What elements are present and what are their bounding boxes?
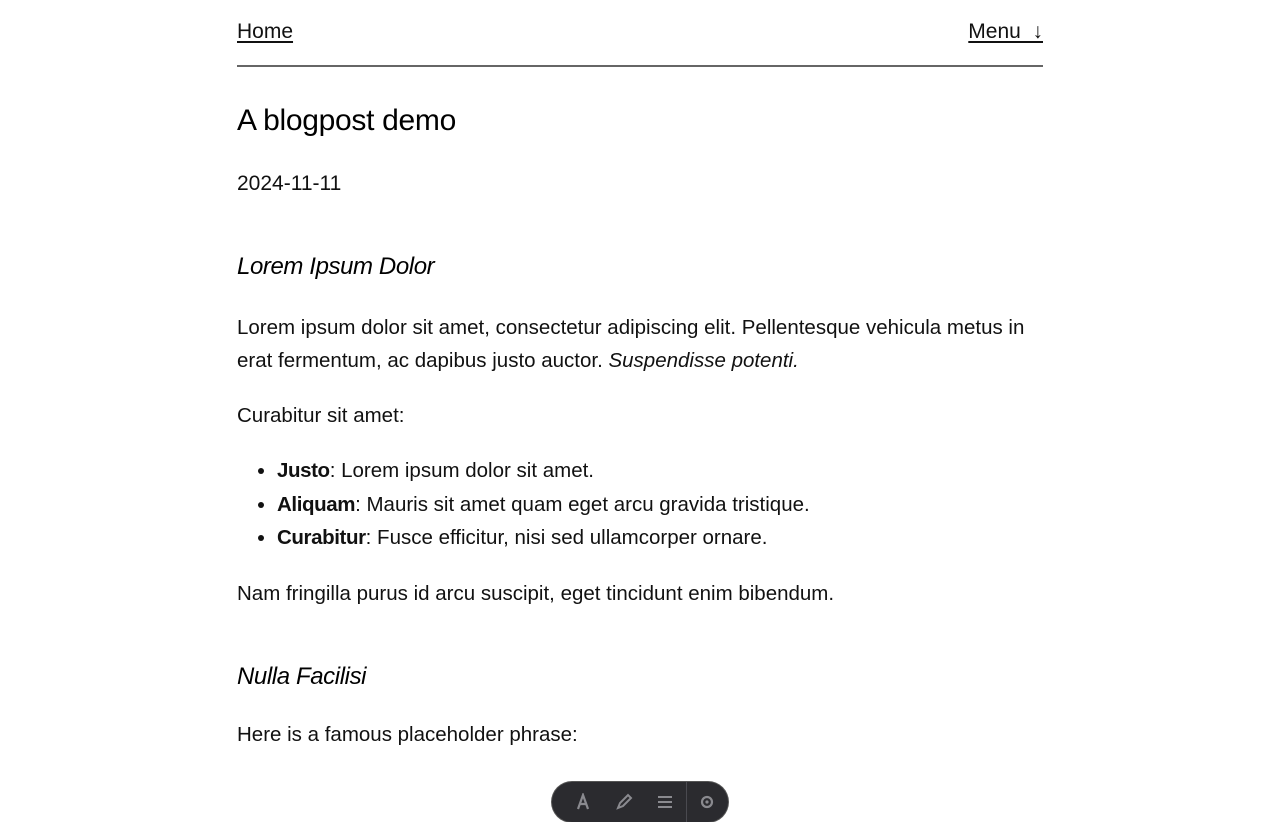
page: Home Menu ↓ A blogpost demo 2024-11-11 L… — [237, 0, 1043, 746]
post-date: 2024-11-11 — [237, 172, 342, 195]
post-title: A blogpost demo — [237, 104, 456, 137]
section-heading: Nulla Facilisi — [237, 662, 367, 690]
list-item: Curabitur: Fusce efficitur, nisi sed ull… — [277, 521, 1043, 555]
closing-paragraph: Nam fringilla purus id arcu suscipit, eg… — [237, 581, 835, 605]
home-link[interactable]: Home — [237, 20, 293, 44]
list-item-term: Justo — [277, 459, 330, 482]
menu-link[interactable]: Menu ↓ — [968, 20, 1043, 44]
top-navigation: Home Menu ↓ — [237, 0, 1043, 67]
lines-icon[interactable] — [645, 782, 686, 822]
list-item: Aliquam: Mauris sit amet quam eget arcu … — [277, 488, 1043, 522]
font-icon[interactable] — [562, 782, 603, 822]
post-content: Lorem Ipsum Dolor Lorem ipsum dolor sit … — [237, 253, 1043, 751]
section-intro: Here is a famous placeholder phrase: — [237, 722, 578, 746]
section-heading: Lorem Ipsum Dolor — [237, 253, 435, 280]
floating-toolbar — [552, 782, 728, 822]
list-item: Justo: Lorem ipsum dolor sit amet. — [277, 454, 1043, 488]
gear-icon[interactable] — [687, 782, 728, 822]
list-item-text: : Lorem ipsum dolor sit amet. — [329, 459, 595, 482]
list-lead: Curabitur sit amet: — [237, 404, 405, 427]
intro-paragraph: Lorem ipsum dolor sit amet, consectetur … — [237, 311, 1043, 377]
intro-emphasis: Suspendisse potenti. — [608, 349, 799, 372]
pen-icon[interactable] — [603, 782, 644, 822]
list-item-term: Curabitur — [277, 526, 366, 549]
list-item-text: : Fusce efficitur, nisi sed ullamcorper … — [365, 526, 768, 549]
list-item-text: : Mauris sit amet quam eget arcu gravida… — [355, 492, 810, 516]
list-item-term: Aliquam — [277, 492, 356, 516]
bullet-list: Justo: Lorem ipsum dolor sit amet. Aliqu… — [237, 454, 1043, 555]
